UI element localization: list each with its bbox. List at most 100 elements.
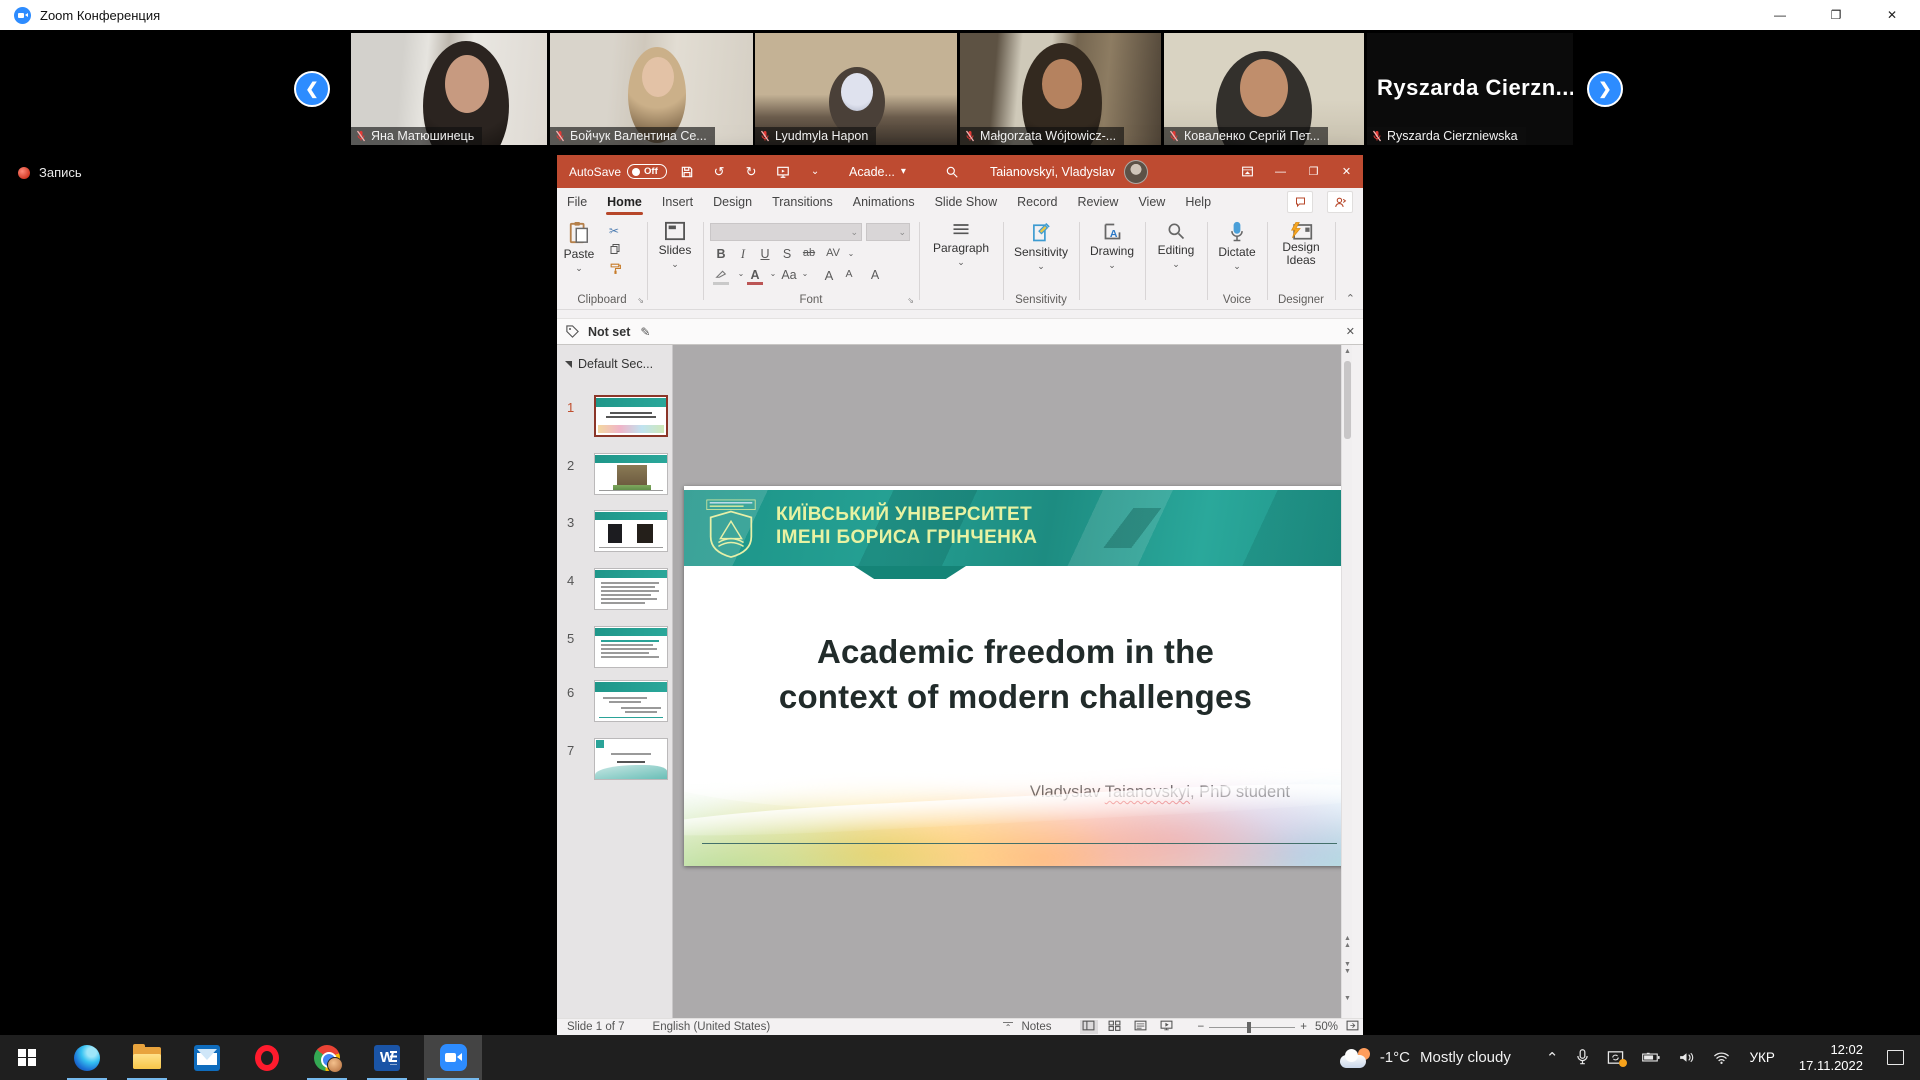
- editing-button[interactable]: Editing ⌄: [1147, 221, 1205, 270]
- close-button[interactable]: ✕: [1864, 0, 1920, 30]
- quick-access-chevron[interactable]: ⌄: [803, 166, 827, 177]
- copy-button[interactable]: [609, 243, 621, 259]
- language-indicator[interactable]: УКР: [1749, 1050, 1774, 1065]
- underline-button[interactable]: U: [757, 247, 773, 261]
- slide-thumbnail-5[interactable]: [594, 626, 668, 668]
- taskbar-mail[interactable]: [184, 1035, 230, 1080]
- save-button[interactable]: [675, 165, 699, 179]
- next-participants-button[interactable]: ❯: [1587, 71, 1623, 107]
- taskbar-zoom[interactable]: [424, 1035, 482, 1080]
- previous-slide-button[interactable]: ▲▲: [1342, 935, 1353, 949]
- normal-view-button[interactable]: [1080, 1020, 1098, 1034]
- taskbar-chrome[interactable]: [304, 1035, 350, 1080]
- chevron-down-icon[interactable]: ⌄: [765, 269, 781, 278]
- volume-tray-icon[interactable]: [1678, 1050, 1695, 1065]
- paragraph-button[interactable]: Paragraph ⌄: [921, 221, 1001, 268]
- participant-tile[interactable]: Бойчук Валентина Се...: [550, 33, 753, 145]
- chevron-down-icon[interactable]: ▾: [901, 166, 906, 177]
- taskbar-word[interactable]: W: [364, 1035, 410, 1080]
- slide-thumbnail-3[interactable]: [594, 510, 668, 552]
- microphone-tray-icon[interactable]: [1576, 1049, 1589, 1066]
- fit-slide-button[interactable]: [1346, 1020, 1359, 1034]
- scroll-up-icon[interactable]: ▲: [1342, 348, 1353, 355]
- notes-button[interactable]: Notes: [1021, 1021, 1051, 1033]
- reading-view-button[interactable]: [1132, 1020, 1150, 1034]
- tab-animations[interactable]: Animations: [843, 188, 925, 216]
- italic-button[interactable]: I: [735, 247, 751, 262]
- tab-insert[interactable]: Insert: [652, 188, 703, 216]
- ppt-minimize-button[interactable]: —: [1264, 155, 1297, 188]
- undo-button[interactable]: ↺: [707, 164, 731, 180]
- slide-sorter-view-button[interactable]: [1106, 1020, 1124, 1034]
- shrink-font-button[interactable]: A: [841, 268, 857, 280]
- comments-button[interactable]: [1287, 191, 1313, 213]
- zoom-in-button[interactable]: +: [1300, 1021, 1307, 1033]
- slide-thumbnail-1[interactable]: [594, 395, 668, 437]
- font-dialog-launcher[interactable]: ⇘: [907, 296, 914, 305]
- design-ideas-button[interactable]: Design Ideas: [1269, 221, 1333, 267]
- dictate-button[interactable]: Dictate ⌄: [1209, 221, 1265, 272]
- participant-tile[interactable]: Яна Матюшинець: [351, 33, 547, 145]
- tab-design[interactable]: Design: [703, 188, 762, 216]
- redo-button[interactable]: ↻: [739, 164, 763, 180]
- zoom-slider-thumb[interactable]: [1247, 1022, 1251, 1033]
- bold-button[interactable]: B: [713, 247, 729, 261]
- notes-collapse-icon[interactable]: ⌃: [1003, 1022, 1014, 1032]
- minimize-button[interactable]: —: [1752, 0, 1808, 30]
- search-button[interactable]: [940, 165, 964, 179]
- screen-share-tray-icon[interactable]: [1607, 1050, 1624, 1065]
- slideshow-view-button[interactable]: [1158, 1020, 1176, 1034]
- font-size-select[interactable]: ⌄: [866, 223, 910, 241]
- paste-button[interactable]: Paste ⌄: [557, 221, 601, 274]
- start-button[interactable]: [4, 1035, 50, 1080]
- participant-tile[interactable]: Коваленко Сергій Пет...: [1164, 33, 1364, 145]
- participant-tile-no-video[interactable]: Ryszarda Cierzn... Ryszarda Cierzniewska: [1367, 33, 1573, 145]
- action-center-icon[interactable]: [1887, 1050, 1904, 1065]
- weather-widget[interactable]: -1°C Mostly cloudy: [1340, 1048, 1511, 1068]
- tab-view[interactable]: View: [1128, 188, 1175, 216]
- share-button[interactable]: [1327, 191, 1353, 213]
- participant-tile[interactable]: Małgorzata Wójtowicz-...: [960, 33, 1161, 145]
- tab-record[interactable]: Record: [1007, 188, 1067, 216]
- zoom-slider[interactable]: − +: [1198, 1021, 1307, 1033]
- tab-home[interactable]: Home: [597, 188, 652, 216]
- zoom-out-button[interactable]: −: [1198, 1021, 1205, 1033]
- restore-button[interactable]: ❐: [1808, 0, 1864, 30]
- scrollbar-thumb[interactable]: [1344, 361, 1351, 439]
- format-painter-button[interactable]: [609, 262, 622, 278]
- participant-tile[interactable]: Lyudmyla Hapon: [755, 33, 957, 145]
- slide-thumbnail-2[interactable]: [594, 453, 668, 495]
- tab-file[interactable]: File: [557, 188, 597, 216]
- chevron-down-icon[interactable]: ⌄: [843, 249, 859, 258]
- close-sensitivity-bar-button[interactable]: ✕: [1346, 325, 1355, 338]
- previous-participants-button[interactable]: ❮: [294, 71, 330, 107]
- character-spacing-button[interactable]: AV: [825, 247, 841, 259]
- next-slide-button[interactable]: ▼▼: [1342, 961, 1353, 975]
- clear-formatting-button[interactable]: A: [867, 268, 883, 282]
- chevron-down-icon[interactable]: ⌄: [797, 269, 813, 278]
- section-header[interactable]: Default Sec...: [565, 357, 653, 371]
- grow-font-button[interactable]: A: [821, 268, 837, 283]
- slide-thumbnail-6[interactable]: [594, 680, 668, 722]
- taskbar-edge[interactable]: [64, 1035, 110, 1080]
- font-name-select[interactable]: ⌄: [710, 223, 862, 241]
- ppt-restore-button[interactable]: ❐: [1297, 155, 1330, 188]
- clock-widget[interactable]: 12:02 17.11.2022: [1799, 1042, 1863, 1074]
- account-name[interactable]: Taianovskyi, Vladyslav: [990, 165, 1115, 179]
- current-slide[interactable]: КИЇВСЬКИЙ УНІВЕРСИТЕТ ІМЕНІ БОРИСА ГРІНЧ…: [684, 486, 1347, 866]
- tab-slideshow[interactable]: Slide Show: [925, 188, 1008, 216]
- drawing-button[interactable]: A Drawing ⌄: [1081, 221, 1143, 271]
- taskbar-opera[interactable]: [244, 1035, 290, 1080]
- tab-help[interactable]: Help: [1175, 188, 1221, 216]
- language-status[interactable]: English (United States): [653, 1021, 771, 1033]
- hidden-icons-chevron[interactable]: ⌃: [1546, 1049, 1559, 1067]
- clipboard-dialog-launcher[interactable]: ⇘: [637, 296, 644, 305]
- document-name[interactable]: Acade...: [849, 165, 895, 179]
- network-tray-icon[interactable]: [1713, 1051, 1730, 1064]
- ppt-close-button[interactable]: ✕: [1330, 155, 1363, 188]
- slide-counter[interactable]: Slide 1 of 7: [567, 1021, 625, 1033]
- tab-review[interactable]: Review: [1067, 188, 1128, 216]
- start-slideshow-button[interactable]: [771, 165, 795, 179]
- canvas-scrollbar[interactable]: ▲ ▲▲ ▼▼ ▼: [1341, 345, 1352, 1018]
- ribbon-display-options-button[interactable]: [1231, 155, 1264, 188]
